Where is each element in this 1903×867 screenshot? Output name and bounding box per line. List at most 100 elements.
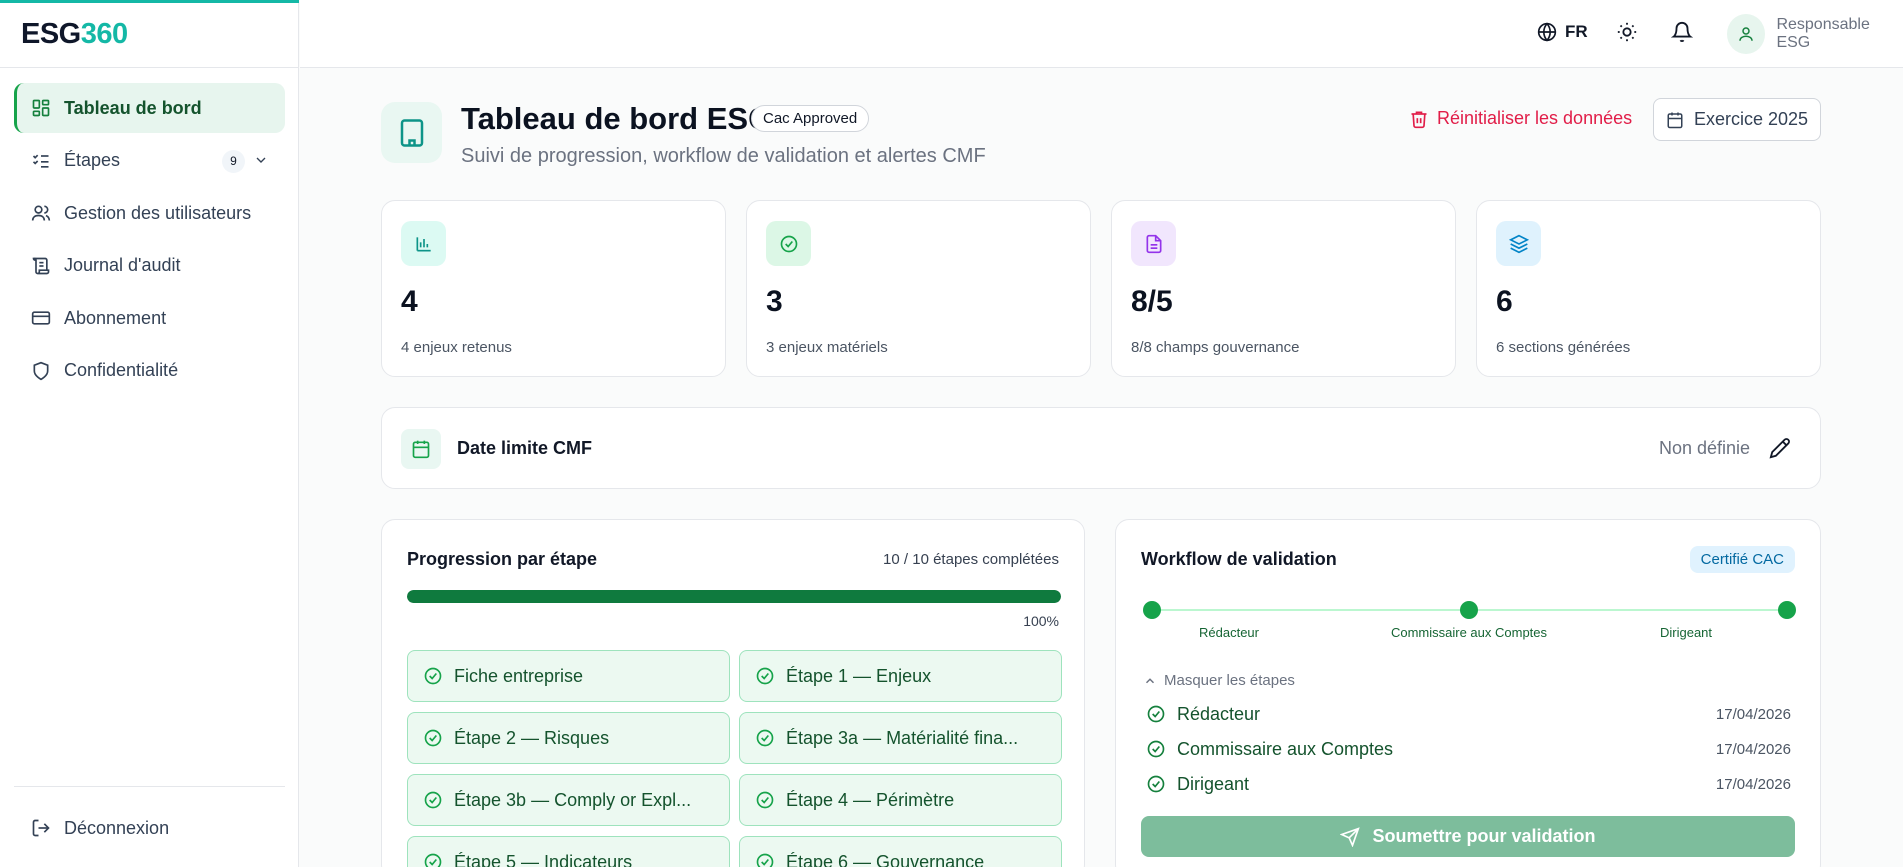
pencil-icon [1769, 438, 1790, 459]
step-item[interactable]: Étape 4 — Périmètre [739, 774, 1062, 826]
sidebar-item-privacy[interactable]: Confidentialité [14, 346, 285, 396]
sidebar: ESG360 Tableau de bord Étapes 9 Gestion … [0, 0, 299, 867]
progress-count: 10 / 10 étapes complétées [883, 551, 1059, 568]
workflow-row: Commissaire aux Comptes 17/04/2026 [1146, 737, 1791, 761]
sidebar-item-dashboard[interactable]: Tableau de bord [14, 83, 285, 133]
step-label: Fiche entreprise [454, 665, 584, 686]
step-item[interactable]: Étape 5 — Indicateurs [407, 836, 730, 867]
stat-card-sections: 6 6 sections générées [1476, 200, 1821, 377]
workflow-stage-dot [1778, 601, 1796, 619]
step-item[interactable]: Étape 2 — Risques [407, 712, 730, 764]
language-switcher[interactable]: FR [1537, 22, 1588, 42]
cmf-deadline-value: Non définie [1659, 438, 1751, 458]
check-circle-icon [424, 853, 442, 867]
page-header-icon [381, 102, 442, 163]
sidebar-item-steps[interactable]: Étapes 9 [14, 136, 285, 186]
step-item[interactable]: Étape 3b — Comply or Expl... [407, 774, 730, 826]
layers-icon [1496, 221, 1541, 266]
step-label: Étape 5 — Indicateurs [454, 851, 633, 867]
notifications-button[interactable] [1670, 21, 1694, 48]
sidebar-item-label: Étapes [64, 150, 121, 170]
avatar [1727, 14, 1766, 54]
user-menu[interactable]: Responsable ESG [1727, 14, 1903, 54]
sun-icon [1617, 22, 1637, 42]
steps-count-badge: 9 [222, 149, 245, 173]
progress-bar-fill [407, 590, 1061, 603]
sidebar-item-users[interactable]: Gestion des utilisateurs [14, 188, 285, 238]
submit-for-validation-button[interactable]: Soumettre pour validation [1141, 816, 1795, 857]
user-icon [1739, 27, 1753, 41]
reset-data-label: Réinitialiser les données [1437, 108, 1633, 128]
status-badge: Cac Approved [751, 105, 870, 132]
check-circle-icon [756, 853, 774, 867]
sidebar-bottom-divider [14, 786, 285, 787]
trash-icon [1411, 111, 1427, 128]
sidebar-item-label: Journal d'audit [64, 255, 181, 275]
exercise-selector-button[interactable]: Exercice 2025 [1653, 98, 1821, 141]
workflow-row-date: 17/04/2026 [1715, 775, 1791, 793]
check-circle-icon [756, 729, 774, 747]
sidebar-item-label: Confidentialité [64, 360, 179, 380]
workflow-row-name: Rédacteur [1177, 703, 1261, 724]
stat-label: 4 enjeux retenus [401, 339, 512, 356]
bell-icon [1670, 22, 1694, 43]
language-label: FR [1565, 22, 1588, 41]
check-circle-icon [1147, 775, 1165, 793]
step-item[interactable]: Étape 1 — Enjeux [739, 650, 1062, 702]
stat-label: 3 enjeux matériels [766, 339, 888, 356]
users-icon [30, 202, 52, 224]
send-icon [1340, 826, 1361, 847]
sidebar-item-subscription[interactable]: Abonnement [14, 293, 285, 343]
logout-button[interactable]: Déconnexion [14, 803, 285, 853]
check-circle-icon [756, 791, 774, 809]
stat-label: 6 sections générées [1496, 339, 1631, 356]
app-logo[interactable]: ESG360 [21, 18, 128, 51]
sidebar-item-label: Abonnement [64, 307, 167, 328]
brand-top-line [0, 0, 299, 3]
exercise-label: Exercice 2025 [1693, 109, 1809, 129]
hide-steps-label: Masquer les étapes [1164, 672, 1295, 689]
stat-card-issues: 4 4 enjeux retenus [381, 200, 726, 377]
calendar-icon [401, 429, 441, 469]
logout-area: Déconnexion [14, 803, 285, 856]
theme-toggle-button[interactable] [1616, 21, 1638, 48]
check-circle-icon [1147, 705, 1165, 723]
stat-value: 6 [1496, 285, 1513, 318]
progress-title: Progression par étape [407, 549, 598, 569]
user-role: Responsable ESG [1776, 16, 1870, 51]
top-bar: FR Responsable ESG [300, 0, 1903, 68]
step-label: Étape 3b — Comply or Expl... [454, 789, 692, 810]
step-label: Étape 4 — Périmètre [786, 789, 955, 810]
step-label: Étape 1 — Enjeux [786, 665, 932, 686]
workflow-row: Dirigeant 17/04/2026 [1146, 772, 1791, 796]
sidebar-nav: Tableau de bord Étapes 9 Gestion des uti… [14, 83, 285, 398]
stat-card-governance: 8/5 8/8 champs gouvernance [1111, 200, 1456, 377]
chevron-down-icon[interactable] [253, 152, 269, 173]
building-icon [400, 118, 423, 147]
check-circle-icon [424, 667, 442, 685]
sidebar-item-audit-log[interactable]: Journal d'audit [14, 241, 285, 291]
step-item[interactable]: Étape 6 — Gouvernance [739, 836, 1062, 867]
stat-value: 8/5 [1131, 285, 1173, 318]
step-label: Étape 6 — Gouvernance [786, 851, 985, 867]
cmf-deadline-title: Date limite CMF [457, 438, 593, 458]
steps-grid: Fiche entreprise Étape 1 — Enjeux Étape … [407, 650, 1062, 867]
workflow-stage-label: Commissaire aux Comptes [1390, 625, 1548, 640]
check-circle-icon [1147, 740, 1165, 758]
bar-chart-icon [401, 221, 446, 266]
hide-steps-toggle[interactable]: Masquer les étapes [1143, 672, 1295, 689]
workflow-row-date: 17/04/2026 [1715, 705, 1791, 723]
workflow-row: Rédacteur 17/04/2026 [1146, 702, 1791, 726]
workflow-title: Workflow de validation [1141, 549, 1337, 569]
workflow-row-name: Dirigeant [1177, 773, 1250, 794]
workflow-stage-label: Dirigeant [1659, 625, 1713, 640]
edit-deadline-button[interactable] [1769, 437, 1791, 464]
step-item[interactable]: Étape 3a — Matérialité fina... [739, 712, 1062, 764]
sidebar-item-label: Gestion des utilisateurs [64, 202, 252, 223]
workflow-stage-dot [1143, 601, 1161, 619]
reset-data-button[interactable]: Réinitialiser les données [1409, 108, 1632, 129]
dashboard-icon [30, 97, 52, 119]
step-item[interactable]: Fiche entreprise [407, 650, 730, 702]
step-label: Étape 3a — Matérialité fina... [786, 727, 1019, 748]
calendar-icon [1667, 112, 1683, 128]
